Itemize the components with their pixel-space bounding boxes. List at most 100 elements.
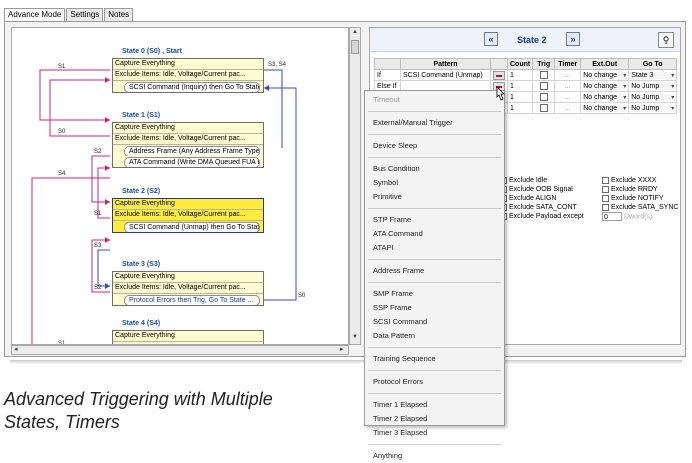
mouse-pointer-icon bbox=[496, 86, 505, 101]
next-state-button[interactable]: » bbox=[566, 32, 580, 46]
menu-item-symbol[interactable]: Symbol bbox=[365, 176, 504, 190]
goto-select[interactable]: No Jump ▾ bbox=[631, 93, 675, 101]
state-condition[interactable]: SCSI Command (Inquiry) then Go To State.… bbox=[124, 82, 260, 92]
exclude-options-right: Exclude XXXX Exclude RRDY Exclude NOTIFY… bbox=[602, 176, 678, 221]
diagram-horizontal-scrollbar[interactable]: ◂ ▸ bbox=[11, 345, 349, 355]
menu-item-device-sleep[interactable]: Device Sleep bbox=[365, 139, 504, 153]
menu-item-external-trigger[interactable]: External/Manual Trigger bbox=[365, 116, 504, 130]
state-condition[interactable]: ATA Command (Write DMA Queued FUA Ext) .… bbox=[124, 157, 260, 167]
search-icon[interactable]: ⚲ bbox=[658, 32, 674, 48]
diagram-vertical-scrollbar[interactable]: ▲ ▼ bbox=[349, 27, 361, 345]
state-condition[interactable]: Address Frame (Any Address Frame Type) .… bbox=[124, 146, 260, 156]
menu-item-timer1-elapsed[interactable]: Timer 1 Elapsed bbox=[365, 398, 504, 412]
state-3-title: State 3 (S3) bbox=[122, 261, 161, 268]
menu-item-timeout[interactable]: Timeout bbox=[365, 93, 504, 107]
edge-s0-s34 bbox=[264, 69, 283, 148]
arrowhead bbox=[105, 237, 110, 243]
arrowhead bbox=[105, 165, 110, 171]
tab-settings[interactable]: Settings bbox=[66, 8, 104, 21]
state-diagram[interactable]: S1 S3, S4 S0 S2 S4 S1 S3 S2 S0 S1 State … bbox=[11, 27, 349, 345]
option-label: Exclude NOTIFY bbox=[611, 195, 664, 202]
menu-item-address-frame[interactable]: Address Frame bbox=[365, 264, 504, 278]
state-0-box[interactable]: Capture Everything Exclude Items: Idle, … bbox=[112, 58, 264, 93]
menu-item-timer3-elapsed[interactable]: Timer 3 Elapsed bbox=[365, 426, 504, 440]
state-action: Capture Everything bbox=[113, 123, 263, 134]
menu-item-atapi[interactable]: ATAPI bbox=[365, 241, 504, 255]
tab-strip: Advance Mode Settings Notes bbox=[4, 8, 134, 22]
exclude-xxxx-checkbox[interactable] bbox=[602, 176, 609, 184]
state-condition[interactable]: Protocol Errors then Trig, Go To State .… bbox=[124, 295, 260, 305]
pattern-cell[interactable]: SCSI Command (Unmap) bbox=[400, 69, 491, 81]
state-action: Capture Everything bbox=[113, 272, 263, 283]
payload-unit-label: Dword(s) bbox=[623, 213, 653, 221]
menu-item-stp-frame[interactable]: STP Frame bbox=[365, 213, 504, 227]
exclude-sata-sync-checkbox[interactable] bbox=[602, 203, 609, 211]
ext-out-select[interactable]: No change ▾ bbox=[583, 104, 627, 112]
goto-select[interactable]: No Jump ▾ bbox=[631, 82, 675, 90]
payload-dword-input[interactable]: 0 bbox=[602, 212, 622, 221]
current-state-label: State 2 bbox=[517, 35, 547, 45]
chevron-down-icon: ▾ bbox=[623, 105, 627, 112]
count-cell[interactable]: 1 bbox=[506, 102, 534, 114]
edge-s2-s3 bbox=[97, 249, 110, 287]
col-header-timer: Timer bbox=[554, 58, 582, 70]
menu-item-timer2-elapsed[interactable]: Timer 2 Elapsed bbox=[365, 412, 504, 426]
tab-advance-mode[interactable]: Advance Mode bbox=[4, 8, 66, 22]
prev-state-button[interactable]: « bbox=[484, 32, 498, 46]
timer-cell[interactable]: ... bbox=[554, 102, 582, 114]
pattern-context-menu: Timeout External/Manual Trigger Device S… bbox=[364, 90, 505, 460]
goto-select[interactable]: State 3 ▾ bbox=[631, 71, 675, 79]
scroll-left-icon[interactable]: ◂ bbox=[14, 345, 18, 353]
col-header-count: Count bbox=[506, 58, 534, 70]
menu-item-bus-condition[interactable]: Bus Condition bbox=[365, 162, 504, 176]
edge-label: S1 bbox=[94, 211, 102, 217]
menu-item-protocol-errors[interactable]: Protocol Errors bbox=[365, 375, 504, 389]
chevron-down-icon: ▾ bbox=[671, 94, 675, 101]
scroll-right-icon[interactable]: ▸ bbox=[340, 345, 344, 353]
scroll-down-icon[interactable]: ▼ bbox=[352, 334, 358, 340]
ext-out-select[interactable]: No change ▾ bbox=[583, 82, 627, 90]
menu-item-smp-frame[interactable]: SMP Frame bbox=[365, 287, 504, 301]
ext-out-select[interactable]: No change ▾ bbox=[583, 71, 627, 79]
menu-item-ata-command[interactable]: ATA Command bbox=[365, 227, 504, 241]
timer-cell[interactable]: ... bbox=[554, 69, 582, 81]
option-label: Exclude RRDY bbox=[611, 186, 658, 193]
menu-item-training-sequence[interactable]: Training Sequence bbox=[365, 352, 504, 366]
count-cell[interactable]: 1 bbox=[506, 80, 534, 92]
trig-checkbox[interactable] bbox=[539, 82, 548, 90]
menu-item-data-pattern[interactable]: Data Pattern bbox=[365, 329, 504, 343]
menu-item-anything[interactable]: Anything bbox=[365, 449, 504, 463]
timer-cell[interactable]: ... bbox=[554, 80, 582, 92]
trig-checkbox[interactable] bbox=[539, 71, 548, 79]
exclude-notify-checkbox[interactable] bbox=[602, 194, 609, 202]
state-condition[interactable]: SCSI Command (Unmap) then Go To State 3.… bbox=[124, 222, 260, 232]
arrowhead bbox=[105, 77, 110, 83]
edge-label: S3 bbox=[94, 243, 102, 249]
state-4-box[interactable]: Capture Everything bbox=[112, 330, 264, 344]
trig-checkbox[interactable] bbox=[539, 104, 548, 112]
option-label: Exclude OOB Signal bbox=[509, 186, 573, 193]
chevron-down-icon: ▾ bbox=[671, 72, 675, 79]
exclude-rrdy-checkbox[interactable] bbox=[602, 185, 609, 193]
scroll-up-icon[interactable]: ▲ bbox=[352, 29, 358, 35]
state-2-box[interactable]: Capture Everything Exclude Items: Idle, … bbox=[112, 198, 264, 233]
state-3-box[interactable]: Capture Everything Exclude Items: Idle, … bbox=[112, 271, 264, 306]
remove-pattern-button[interactable] bbox=[493, 70, 505, 80]
col-header-go-to: Go To bbox=[628, 58, 678, 70]
arrowhead bbox=[105, 283, 110, 289]
menu-item-primitive[interactable]: Primitive bbox=[365, 190, 504, 204]
timer-cell[interactable]: ... bbox=[554, 91, 582, 103]
goto-select[interactable]: No Jump ▾ bbox=[631, 104, 675, 112]
state-1-box[interactable]: Capture Everything Exclude Items: Idle, … bbox=[112, 122, 264, 168]
edge-s1-s2 bbox=[91, 155, 110, 203]
menu-item-ssp-frame[interactable]: SSP Frame bbox=[365, 301, 504, 315]
count-cell[interactable]: 1 bbox=[506, 69, 534, 81]
trig-checkbox[interactable] bbox=[539, 93, 548, 101]
scroll-thumb[interactable] bbox=[351, 40, 359, 54]
tab-notes[interactable]: Notes bbox=[104, 8, 134, 21]
count-cell[interactable]: 1 bbox=[506, 91, 534, 103]
ext-out-select[interactable]: No change ▾ bbox=[583, 93, 627, 101]
menu-item-scsi-command[interactable]: SCSI Command bbox=[365, 315, 504, 329]
main-frame: S1 S3, S4 S0 S2 S4 S1 S3 S2 S0 S1 State … bbox=[4, 21, 686, 357]
table-row[interactable]: If SCSI Command (Unmap) 1 ... No change ▾… bbox=[374, 69, 678, 81]
